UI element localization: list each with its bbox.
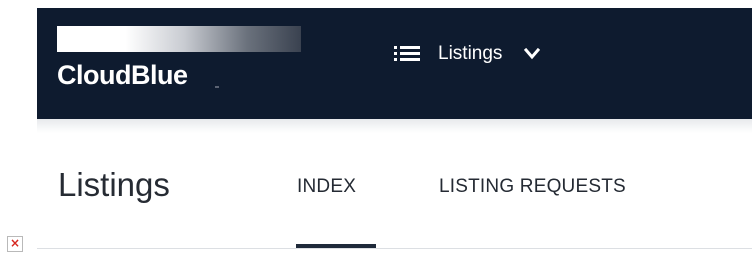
logo-text: CloudBlue [57,60,188,90]
tab-index[interactable]: INDEX [297,176,356,198]
navbar-shadow [37,119,752,133]
app-page: CloudBlue Listings Listings INDEX LISTIN… [0,0,752,264]
hamburger-icon [394,46,420,62]
page-title: Listings [58,166,170,203]
top-navbar: CloudBlue Listings [37,8,752,119]
broken-image-icon: × [7,236,23,252]
menu-label: Listings [438,43,503,64]
logo-dot [215,86,219,88]
cloudblue-logo[interactable]: CloudBlue [57,26,301,96]
listings-menu-button[interactable]: Listings [394,36,541,72]
logo-gradient-bar [57,26,301,52]
chevron-down-icon[interactable] [524,48,541,60]
tab-listing-requests[interactable]: LISTING REQUESTS [439,176,626,198]
tab-divider [37,248,752,249]
